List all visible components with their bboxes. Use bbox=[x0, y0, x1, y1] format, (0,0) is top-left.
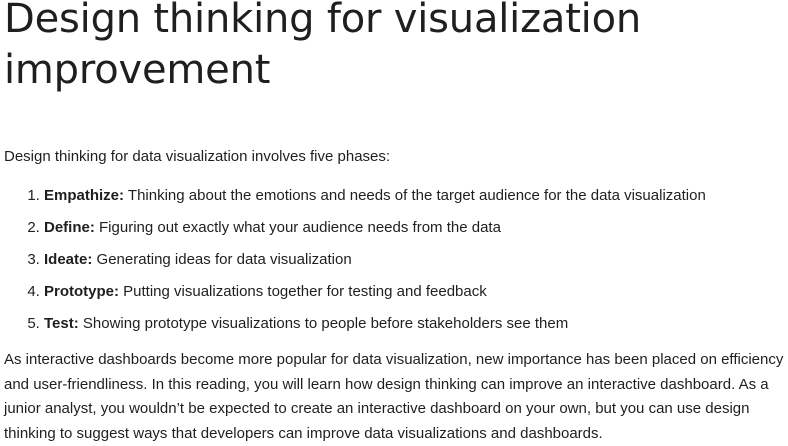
phase-term: Ideate: bbox=[44, 251, 93, 268]
list-item: Define: Figuring out exactly what your a… bbox=[44, 218, 706, 250]
phase-description: Showing prototype visualizations to peop… bbox=[82, 315, 569, 332]
phase-description: Thinking about the emotions and needs of… bbox=[127, 187, 706, 204]
phase-term: Prototype: bbox=[44, 283, 119, 300]
phase-term: Empathize: bbox=[44, 187, 125, 204]
phase-description: Figuring out exactly what your audience … bbox=[99, 219, 501, 236]
list-item: Empathize: Thinking about the emotions a… bbox=[44, 186, 706, 218]
page-title: Design thinking for visualization improv… bbox=[4, 0, 642, 93]
phases-list: Empathize: Thinking about the emotions a… bbox=[4, 186, 706, 346]
list-item: Test: Showing prototype visualizations t… bbox=[44, 314, 706, 346]
body-paragraph: As interactive dashboards become more po… bbox=[4, 351, 784, 442]
phase-term: Test: bbox=[44, 315, 79, 332]
reading-page: Design thinking for visualization improv… bbox=[0, 0, 788, 444]
phase-description: Putting visualizations together for test… bbox=[123, 283, 487, 300]
intro-paragraph: Design thinking for data visualization i… bbox=[4, 148, 391, 165]
list-item: Ideate: Generating ideas for data visual… bbox=[44, 250, 706, 282]
phase-term: Define: bbox=[44, 219, 95, 236]
list-item: Prototype: Putting visualizations togeth… bbox=[44, 282, 706, 314]
phase-description: Generating ideas for data visualization bbox=[96, 251, 352, 268]
